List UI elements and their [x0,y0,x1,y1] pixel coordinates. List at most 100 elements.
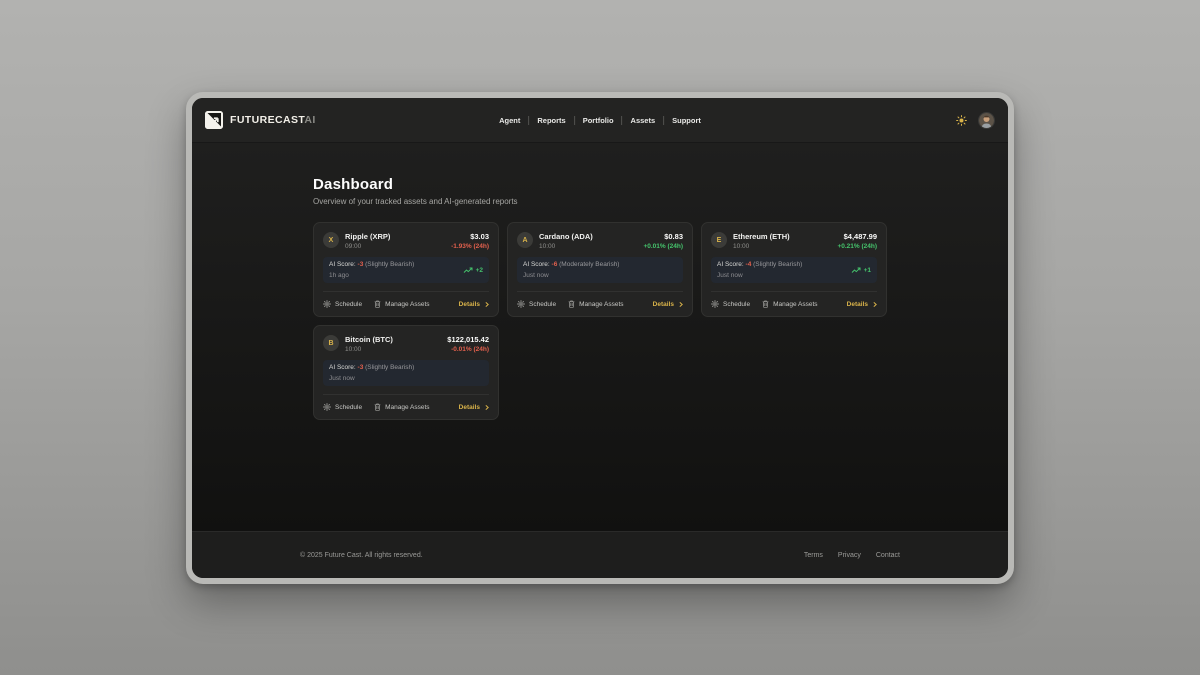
user-avatar[interactable] [978,112,995,129]
brand-name: FUTURECASTAI [230,114,316,126]
brand-suffix: AI [304,114,315,126]
details-label: Details [653,301,674,308]
page-subtitle: Overview of your tracked assets and AI-g… [313,197,887,206]
trash-icon [374,300,381,308]
trend-badge: +2 [463,267,483,274]
nav-item-agent[interactable]: Agent [499,116,520,125]
schedule-label: Schedule [335,404,362,411]
nav-item-support[interactable]: Support [672,116,701,125]
trend-value: +2 [476,267,483,274]
asset-price-block: $0.83 +0.01% (24h) [643,232,683,250]
asset-card-actions: Schedule Manage Assets Details [323,394,489,419]
asset-report-time: 09:00 [345,243,390,250]
asset-report-time: 10:00 [733,243,790,250]
asset-price-block: $122,015.42 -0.01% (24h) [447,335,489,353]
trend-badge: +1 [851,267,871,274]
nav-item-portfolio[interactable]: Portfolio [583,116,614,125]
footer-link-terms[interactable]: Terms [804,552,823,559]
ai-score-strip: AI Score: -3 (Slightly Bearish) Just now [323,360,489,385]
details-button[interactable]: Details [459,404,489,411]
ai-score-description: (Slightly Bearish) [365,261,414,268]
schedule-button[interactable]: Schedule [323,300,362,308]
ai-score-description: (Moderately Bearish) [559,261,619,268]
top-navbar: FUTURECASTAI Agent Reports Portfolio Ass… [192,98,1008,143]
schedule-label: Schedule [723,301,750,308]
schedule-button[interactable]: Schedule [323,403,362,411]
ai-score-label: AI Score: [717,261,744,268]
schedule-button[interactable]: Schedule [517,300,556,308]
page-content: Dashboard Overview of your tracked asset… [313,176,887,420]
details-label: Details [459,404,480,411]
footer-link-contact[interactable]: Contact [876,552,900,559]
ai-score-strip: AI Score: -4 (Slightly Bearish) Just now… [711,257,877,282]
trash-icon [762,300,769,308]
nav-item-assets[interactable]: Assets [631,116,656,125]
nav-separator [528,116,529,125]
asset-price: $122,015.42 [447,335,489,344]
ai-score-label: AI Score: [329,364,356,371]
trash-icon [568,300,575,308]
asset-title-block: Bitcoin (BTC) 10:00 [345,335,393,353]
asset-title-block: Ripple (XRP) 09:00 [345,232,390,250]
theme-toggle-sun-icon[interactable] [955,114,967,126]
gear-icon [323,300,331,308]
details-button[interactable]: Details [653,301,683,308]
details-button[interactable]: Details [459,301,489,308]
app-window: FUTURECASTAI Agent Reports Portfolio Ass… [186,92,1014,584]
nav-item-reports[interactable]: Reports [537,116,565,125]
chevron-right-icon [485,404,489,411]
asset-name: Ethereum (ETH) [733,232,790,241]
asset-price: $0.83 [643,232,683,241]
manage-assets-button[interactable]: Manage Assets [374,403,429,411]
gear-icon [323,403,331,411]
ai-score-description: (Slightly Bearish) [365,364,414,371]
trend-value: +1 [864,267,871,274]
ai-score-label: AI Score: [523,261,550,268]
footer-link-privacy[interactable]: Privacy [838,552,861,559]
asset-name: Cardano (ADA) [539,232,593,241]
ai-score-value: -4 [746,261,752,268]
nav-separator [574,116,575,125]
coin-letter-badge: A [517,232,533,248]
asset-report-time: 10:00 [539,243,593,250]
manage-assets-label: Manage Assets [385,404,429,411]
asset-card-header: X Ripple (XRP) 09:00 $3.03 -1.93% (24h) [323,232,489,250]
footer-links: Terms Privacy Contact [804,552,900,559]
asset-card-actions: Schedule Manage Assets Details [711,291,877,316]
top-right-controls [955,112,995,129]
ai-score-age: Just now [523,272,619,279]
asset-price: $3.03 [451,232,489,241]
manage-assets-button[interactable]: Manage Assets [374,300,429,308]
ai-score-text: AI Score: -6 (Moderately Bearish) Just n… [523,261,619,278]
asset-card: E Ethereum (ETH) 10:00 $4,487.99 +0.21% … [701,222,887,317]
schedule-button[interactable]: Schedule [711,300,750,308]
ai-score-description: (Slightly Bearish) [753,261,802,268]
gear-icon [517,300,525,308]
manage-assets-label: Manage Assets [385,301,429,308]
manage-assets-button[interactable]: Manage Assets [762,300,817,308]
asset-name: Ripple (XRP) [345,232,390,241]
gear-icon [711,300,719,308]
coin-letter-badge: E [711,232,727,248]
ai-score-strip: AI Score: -3 (Slightly Bearish) 1h ago +… [323,257,489,282]
price-change: +0.01% (24h) [643,243,683,250]
coin-letter-badge: B [323,335,339,351]
nav-separator [622,116,623,125]
price-change: -1.93% (24h) [451,243,489,250]
manage-assets-button[interactable]: Manage Assets [568,300,623,308]
trash-icon [374,403,381,411]
details-button[interactable]: Details [847,301,877,308]
chevron-right-icon [679,301,683,308]
ai-score-value: -6 [552,261,558,268]
manage-assets-label: Manage Assets [579,301,623,308]
asset-card-header: A Cardano (ADA) 10:00 $0.83 +0.01% (24h) [517,232,683,250]
asset-title-block: Cardano (ADA) 10:00 [539,232,593,250]
asset-card-header: B Bitcoin (BTC) 10:00 $122,015.42 -0.01%… [323,335,489,353]
brand-lockup[interactable]: FUTURECASTAI [205,111,316,129]
main-area: Dashboard Overview of your tracked asset… [192,143,1008,531]
main-nav: Agent Reports Portfolio Assets Support [499,98,701,142]
ai-score-value: -3 [358,364,364,371]
ai-score-label: AI Score: [329,261,356,268]
page-footer: © 2025 Future Cast. All rights reserved.… [192,531,1008,578]
ai-score-value: -3 [358,261,364,268]
